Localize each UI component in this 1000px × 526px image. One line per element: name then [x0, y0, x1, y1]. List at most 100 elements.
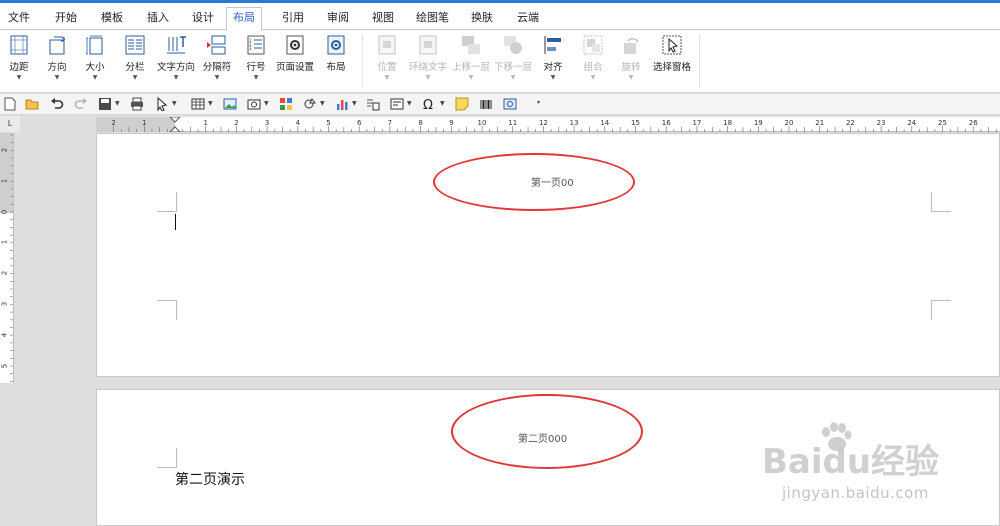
menu-file[interactable]: 文件: [2, 8, 36, 30]
selection-pane-icon: [662, 35, 682, 55]
text-cursor: [175, 214, 176, 230]
save-icon[interactable]: [98, 97, 112, 111]
ruler-label: 4: [1, 332, 9, 337]
screenshot-dropdown-arrow[interactable]: ▼: [264, 100, 269, 107]
customize-toolbar-icon[interactable]: ▾: [537, 99, 540, 106]
horizontal-ruler[interactable]: 2 1 1 2 3 4 5 6 7 8 9 10 11 12 13 14 15 16 17 18 19 20 21 22 23 2…: [96, 116, 1000, 132]
text-direction-icon: [167, 36, 186, 54]
menu-design[interactable]: 设计: [186, 8, 220, 30]
tab-stop-selector[interactable]: L: [0, 116, 20, 132]
orientation-button[interactable]: 方向 ▼: [42, 32, 72, 90]
svg-text:Ω: Ω: [423, 98, 433, 111]
line-numbers-button[interactable]: 123 行号 ▼: [241, 32, 271, 90]
ruler-label: 21: [815, 119, 824, 127]
menu-home[interactable]: 开始: [49, 8, 83, 30]
bring-forward-button[interactable]: 上移一层 ▼: [451, 32, 491, 90]
shapes-icon[interactable]: [303, 97, 317, 111]
position-button[interactable]: 位置 ▼: [372, 32, 402, 90]
position-icon: [378, 35, 396, 55]
ribbon-layout: 边距 ▼ 方向 ▼ 大小 ▼ 分栏 ▼ 文字方向 ▼ 分隔符 ▼ 123 行号 ▼ 页面设置 …: [0, 30, 1000, 93]
selection-pane-button[interactable]: 选择窗格: [651, 32, 693, 90]
shapes-dropdown-arrow[interactable]: ▼: [320, 100, 325, 107]
ruler-label: 17: [692, 119, 701, 127]
ruler-label: 16: [662, 119, 671, 127]
breaks-button[interactable]: 分隔符 ▼: [200, 32, 234, 90]
ruler-label: 2: [1, 271, 9, 275]
insert-picture-icon[interactable]: [223, 97, 237, 111]
field-dropdown-arrow[interactable]: ▼: [407, 100, 412, 107]
margins-button[interactable]: 边距 ▼: [4, 32, 34, 90]
ruler-label: 24: [907, 119, 916, 127]
align-icon: [544, 36, 561, 54]
ruler-label: 25: [938, 119, 947, 127]
ruler-label: 0: [1, 210, 9, 214]
page2-body-text[interactable]: 第二页演示: [175, 469, 245, 489]
page-setup-icon: [286, 35, 304, 55]
rotate-button[interactable]: 旋转 ▼: [616, 32, 646, 90]
ruler-label: 12: [539, 119, 548, 127]
print-icon[interactable]: [130, 97, 144, 111]
margins-icon: [10, 35, 28, 55]
watermark-brand: Baidu经验: [762, 442, 940, 482]
sticky-note-icon[interactable]: [455, 97, 469, 111]
ruler-label: 14: [600, 119, 609, 127]
group-button[interactable]: 组合 ▼: [578, 32, 608, 90]
insert-field-icon[interactable]: [390, 97, 404, 111]
new-document-icon[interactable]: [3, 97, 17, 111]
ruler-label: 6: [357, 119, 362, 127]
text-direction-button[interactable]: 文字方向 ▼: [155, 32, 197, 90]
save-dropdown-arrow[interactable]: ▼: [115, 100, 120, 107]
select-dropdown-arrow[interactable]: ▼: [172, 100, 177, 107]
columns-button[interactable]: 分栏 ▼: [120, 32, 150, 90]
menu-draw[interactable]: 绘图笔: [410, 8, 455, 30]
chart-dropdown-arrow[interactable]: ▼: [352, 100, 357, 107]
screen-capture-icon[interactable]: [503, 97, 517, 111]
ruler-label: 22: [846, 119, 855, 127]
open-folder-icon[interactable]: [25, 97, 39, 111]
align-button[interactable]: 对齐 ▼: [538, 32, 568, 90]
select-pointer-icon[interactable]: [155, 97, 169, 111]
menu-insert[interactable]: 插入: [141, 8, 175, 30]
quick-access-toolbar: ▼ ▼ ▼ ▼ ▼ ▼ ▼ Ω ▼ ▾: [0, 94, 1000, 115]
ribbon-separator: [362, 34, 363, 88]
ruler-label: 7: [388, 119, 392, 127]
insert-chart-icon[interactable]: [335, 97, 349, 111]
margin-crop-mark: [931, 192, 951, 212]
send-backward-button[interactable]: 下移一层 ▼: [492, 32, 534, 90]
menu-bar: 文件 开始 模板 插入 设计 布局 引用 审阅 视图 绘图笔 换肤 云端: [0, 3, 1000, 31]
table-dropdown-arrow[interactable]: ▼: [208, 100, 213, 107]
indent-marker: [169, 117, 181, 132]
ruler-label: 3: [265, 119, 269, 127]
page-size-icon: [86, 35, 103, 55]
menu-cloud[interactable]: 云端: [511, 8, 545, 30]
menu-review[interactable]: 审阅: [321, 8, 355, 30]
menu-skin[interactable]: 换肤: [465, 8, 499, 30]
shapes-grid-icon[interactable]: [279, 97, 293, 111]
wrap-text-button[interactable]: 环绕文字 ▼: [406, 32, 450, 90]
undo-icon[interactable]: [50, 97, 64, 111]
ruler-label: 11: [508, 119, 517, 127]
baidu-watermark: Baidu经验 jingyan.baidu.com: [762, 422, 962, 522]
page-size-button[interactable]: 大小 ▼: [80, 32, 110, 90]
symbol-dropdown-arrow[interactable]: ▼: [440, 100, 445, 107]
layout-button[interactable]: 布局: [321, 32, 351, 90]
ruler-label: 2: [1, 148, 9, 152]
ruler-label: 1: [142, 119, 146, 127]
barcode-icon[interactable]: [479, 97, 493, 111]
vertical-ruler[interactable]: 2 1 0 1 2 3 4 5: [0, 133, 14, 383]
insert-table-icon[interactable]: [191, 97, 205, 111]
symbol-omega-icon[interactable]: Ω: [422, 97, 436, 111]
columns-icon: [125, 35, 145, 55]
menu-template[interactable]: 模板: [95, 8, 129, 30]
menu-references[interactable]: 引用: [276, 8, 310, 30]
menu-layout[interactable]: 布局: [226, 7, 262, 31]
redo-icon[interactable]: [74, 97, 88, 111]
screenshot-icon[interactable]: [247, 97, 261, 111]
ruler-label: 20: [785, 119, 794, 127]
ruler-label: 15: [631, 119, 640, 127]
page-setup-button[interactable]: 页面设置: [274, 32, 316, 90]
menu-view[interactable]: 视图: [366, 8, 400, 30]
text-box-icon[interactable]: [366, 97, 380, 111]
ruler-label: 2: [111, 119, 115, 127]
rotate-icon: [624, 38, 639, 54]
